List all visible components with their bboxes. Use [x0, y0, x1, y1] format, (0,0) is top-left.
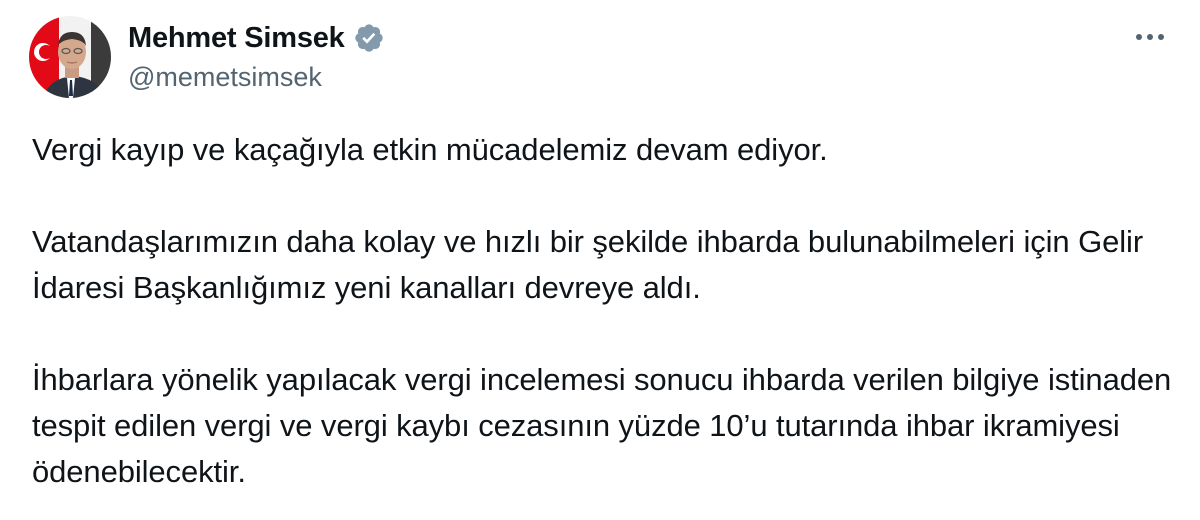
avatar-photo — [29, 16, 111, 98]
author-display-name[interactable]: Mehmet Simsek — [128, 22, 345, 55]
tweet-card: Mehmet Simsek @memetsimsek Vergi kayıp v… — [0, 0, 1200, 520]
verified-badge-icon[interactable] — [353, 22, 385, 54]
tweet-paragraph: Vatandaşlarımızın daha kolay ve hızlı bi… — [32, 224, 1144, 305]
author-name-row: Mehmet Simsek — [128, 18, 385, 58]
author-handle[interactable]: @memetsimsek — [128, 62, 322, 93]
more-options-icon[interactable] — [1130, 22, 1170, 52]
tweet-paragraph: Vergi kayıp ve kaçağıyla etkin mücadelem… — [32, 132, 828, 167]
avatar[interactable] — [29, 16, 111, 98]
tweet-text: Vergi kayıp ve kaçağıyla etkin mücadelem… — [32, 127, 1172, 495]
tweet-paragraph: İhbarlara yönelik yapılacak vergi incele… — [32, 362, 1172, 489]
